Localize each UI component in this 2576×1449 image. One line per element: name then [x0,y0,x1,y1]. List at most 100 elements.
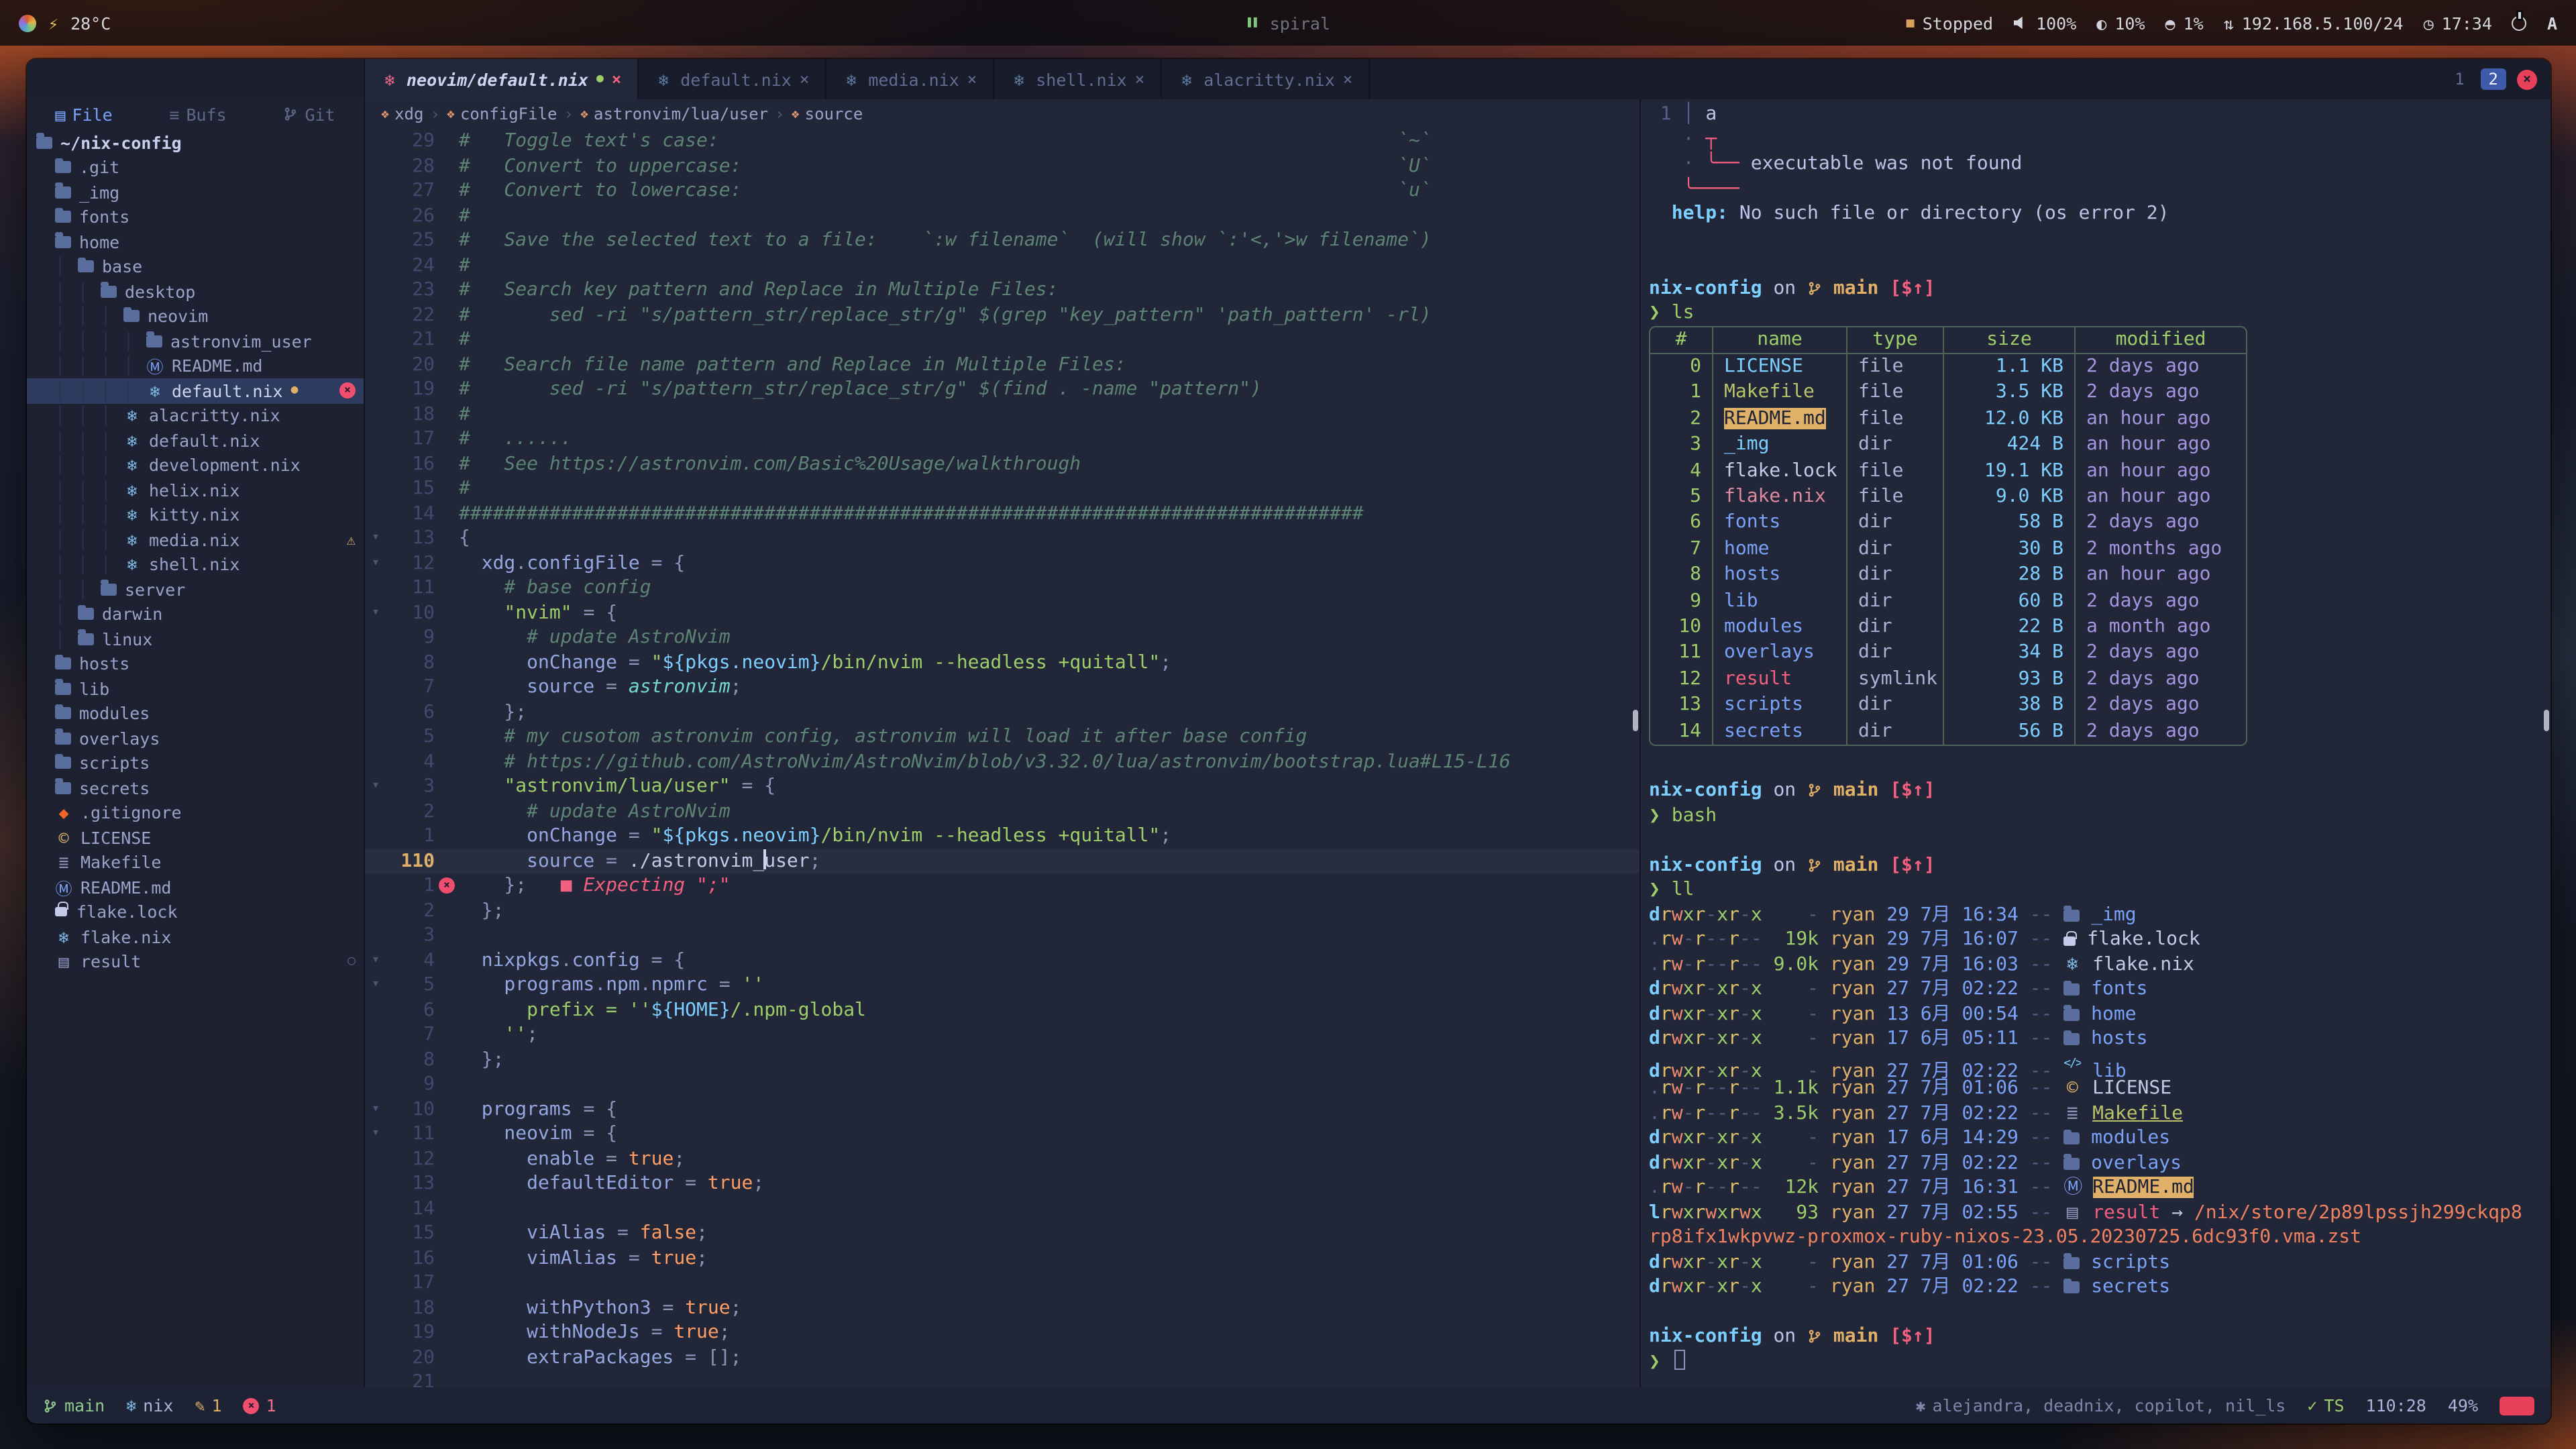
power-profile-icon[interactable]: ⚡ [48,13,58,33]
code-line[interactable]: 2 # update AstroNvim [365,799,1640,824]
tree-root[interactable]: ~/nix-config [27,130,364,155]
tree-item-flake.lock[interactable]: flake.lock [27,900,364,924]
close-tab-icon[interactable]: × [1343,70,1352,89]
breadcrumb-source[interactable]: ❖source [792,105,863,123]
tree-item-neovim[interactable]: │││neovim [27,304,364,329]
code-line[interactable]: 14 [365,1196,1640,1221]
tree-item-home[interactable]: home [27,229,364,254]
tree-item-helix.nix[interactable]: │││❄helix.nix [27,478,364,502]
network-module[interactable]: ⇅192.168.5.100/24 [2224,13,2404,33]
tree-item-desktop[interactable]: ││desktop [27,279,364,304]
code-line[interactable]: ▾13{ [365,526,1640,551]
code-line[interactable]: 7 ''; [365,1022,1640,1047]
code-line[interactable]: 1× }; ■ Expecting ";" [365,873,1640,898]
code-line[interactable]: 11 # base config [365,576,1640,600]
neotree-tab-git[interactable]: Git [283,104,335,124]
code-line[interactable]: 13 defaultEditor = true; [365,1171,1640,1196]
code-line[interactable]: 20# Search file name pattern and Replace… [365,352,1640,377]
buffer-tab-alacritty.nix[interactable]: ❄alacritty.nix× [1162,59,1370,99]
tree-item-.git[interactable]: .git [27,155,364,180]
tree-item-modules[interactable]: modules [27,701,364,726]
code-line[interactable]: 17# ...... [365,427,1640,451]
code-line[interactable]: 16# See https://astronvim.com/Basic%20Us… [365,451,1640,476]
code-line[interactable]: 25# Save the selected text to a file: `:… [365,228,1640,253]
editor-scrollbar-thumb[interactable] [1633,710,1638,731]
code-line[interactable]: 20 extraPackages = []; [365,1345,1640,1370]
code-line[interactable]: 2 }; [365,898,1640,923]
code-line[interactable]: 27# Convert to lowercase: `u` [365,178,1640,203]
tree-item-default.nix[interactable]: │││❄default.nix [27,428,364,453]
tree-item-darwin[interactable]: │darwin [27,602,364,627]
tree-item-Makefile[interactable]: ≣Makefile [27,850,364,875]
code-line[interactable]: 1 onChange = "${pkgs.neovim}/bin/nvim --… [365,824,1640,849]
close-tab-icon[interactable]: × [1135,70,1144,89]
terminal-scrollbar-thumb[interactable] [2544,710,2549,731]
code-line[interactable]: 9 [365,1072,1640,1097]
volume-module[interactable]: 100% [2013,13,2076,33]
code-line[interactable]: 7 source = astronvim; [365,675,1640,700]
tree-item-shell.nix[interactable]: │││❄shell.nix [27,552,364,577]
tree-item-overlays[interactable]: overlays [27,726,364,751]
keyboard-layout-indicator[interactable]: A [2547,13,2557,33]
breadcrumb-astronvim/lua/user[interactable]: ❖astronvim/lua/user [580,105,768,123]
code-line[interactable]: 5 # my cusotom astronvim config, astronv… [365,724,1640,749]
neotree-tab-bufs[interactable]: ≡Bufs [169,104,226,124]
code-line[interactable]: ▾4 nixpkgs.config = { [365,948,1640,973]
tree-item-_img[interactable]: _img [27,180,364,205]
code-buffer[interactable]: 29# Toggle text's case: `~` 28# Convert … [365,129,1640,1387]
tabpage-1[interactable]: 1 [2447,68,2472,90]
distro-logo-icon[interactable] [19,14,36,32]
code-line[interactable]: 19# sed -ri "s/pattern_str/replace_str/g… [365,377,1640,402]
code-line[interactable]: 8 }; [365,1047,1640,1072]
cpu-module[interactable]: ◓1% [2165,13,2204,33]
buffer-tab-default.nix[interactable]: ❄default.nix× [639,59,826,99]
tree-item-kitty.nix[interactable]: │││❄kitty.nix [27,502,364,527]
code-line[interactable]: ▾12 xdg.configFile = { [365,551,1640,576]
clock-module[interactable]: ◷17:34 [2424,13,2492,33]
code-line[interactable]: 26# [365,203,1640,228]
code-line[interactable]: ▾11 neovim = { [365,1122,1640,1146]
tabpage-2[interactable]: 2 [2481,68,2506,90]
tree-item-lib[interactable]: lib [27,676,364,701]
tree-item-base[interactable]: │base [27,254,364,279]
code-line[interactable]: 21# [365,327,1640,352]
code-line[interactable]: 18# [365,402,1640,427]
code-line[interactable]: 22# sed -ri "s/pattern_str/replace_str/g… [365,303,1640,327]
code-line[interactable]: 14######################################… [365,501,1640,526]
code-line[interactable]: 15 viAlias = false; [365,1221,1640,1246]
tree-item-hosts[interactable]: hosts [27,651,364,676]
code-line[interactable]: 16 vimAlias = true; [365,1246,1640,1271]
code-line[interactable]: ▾5 programs.npm.npmrc = '' [365,973,1640,998]
buffer-tab-neovim/default.nix[interactable]: ❄neovim/default.nix●× [365,59,639,99]
close-tab-icon[interactable]: × [800,70,809,89]
code-line[interactable]: 9 # update AstroNvim [365,625,1640,650]
tree-item-flake.nix[interactable]: ❄flake.nix [27,924,364,949]
code-line[interactable]: 110 source = ./astronvim_user; [365,849,1640,873]
terminal-pane[interactable]: 1 │ a · ┬ · ╰── executable was not found… [1640,99,2551,1387]
code-line[interactable]: ▾10 programs = { [365,1097,1640,1122]
close-tab-icon[interactable]: × [612,70,621,89]
close-tab-icon[interactable]: × [967,70,977,89]
code-line[interactable]: 21 [365,1370,1640,1387]
tree-item-LICENSE[interactable]: ©LICENSE [27,825,364,850]
code-line[interactable]: 17 [365,1271,1640,1295]
code-line[interactable]: 8 onChange = "${pkgs.neovim}/bin/nvim --… [365,650,1640,675]
code-line[interactable]: 6 }; [365,700,1640,724]
code-line[interactable]: 6 prefix = ''${HOME}/.npm-global [365,998,1640,1022]
tree-item-README.md[interactable]: ││││ⓂREADME.md [27,354,364,378]
code-line[interactable]: 23# Search key pattern and Replace in Mu… [365,278,1640,303]
code-line[interactable]: 19 withNodeJs = true; [365,1320,1640,1345]
breadcrumb-configFile[interactable]: ❖configFile [447,105,557,123]
tree-item-result[interactable]: ▤result○ [27,949,364,974]
tree-item-.gitignore[interactable]: ◆.gitignore [27,800,364,825]
code-line[interactable]: 15# [365,476,1640,501]
code-line[interactable]: ▾3 "astronvim/lua/user" = { [365,774,1640,799]
media-pause-icon[interactable]: ❚❚ [1246,16,1258,30]
code-line[interactable]: 4 # https://github.com/AstroNvim/AstroNv… [365,749,1640,774]
tree-item-astronvim_user[interactable]: ││││astronvim_user [27,329,364,354]
editor-pane[interactable]: ❖xdg›❖configFile›❖astronvim/lua/user›❖so… [365,99,1640,1387]
code-line[interactable]: 12 enable = true; [365,1146,1640,1171]
close-window-icon[interactable]: × [2517,69,2537,89]
tree-item-media.nix[interactable]: │││❄media.nix⚠ [27,527,364,552]
service-status[interactable]: ■Stopped [1907,13,1993,33]
